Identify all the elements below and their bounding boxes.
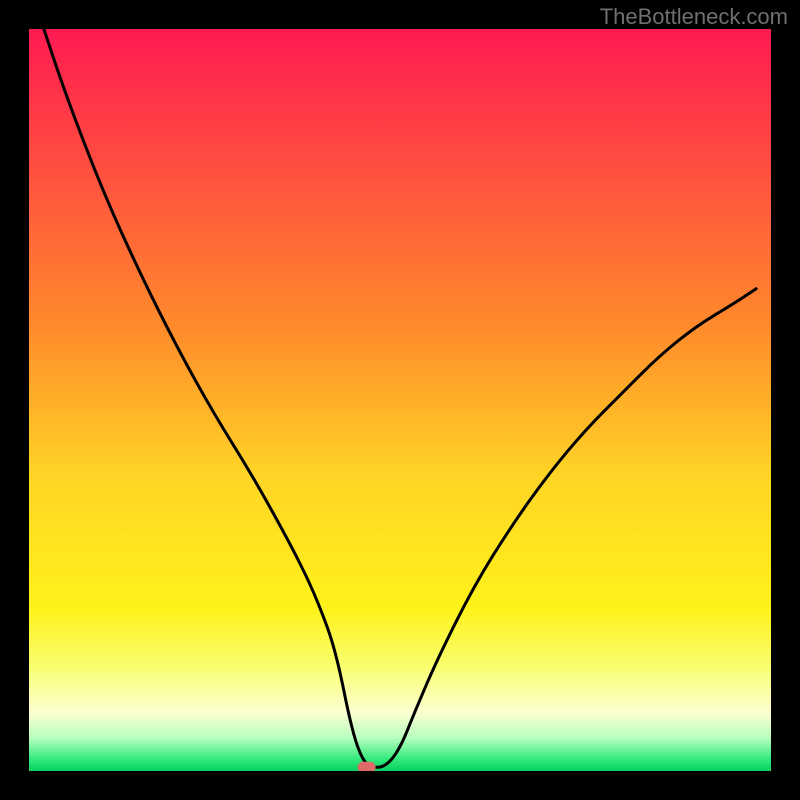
- optimal-marker: [358, 762, 376, 771]
- chart-frame: TheBottleneck.com: [0, 0, 800, 800]
- watermark-text: TheBottleneck.com: [600, 4, 788, 30]
- gradient-background: [29, 29, 771, 771]
- plot-area: [29, 29, 771, 771]
- chart-svg: [29, 29, 771, 771]
